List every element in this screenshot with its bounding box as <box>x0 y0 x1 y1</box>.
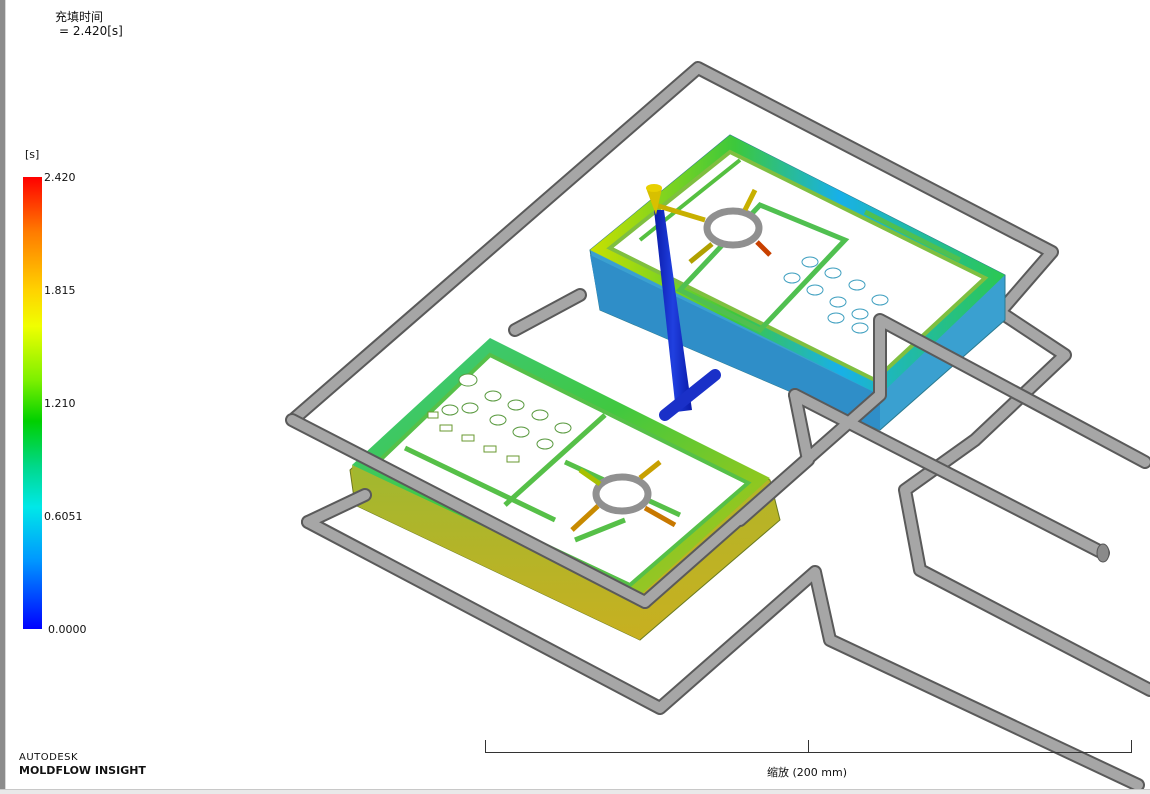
product-name: MOLDFLOW INSIGHT <box>19 764 146 777</box>
scale-label: 缩放 (200 mm) <box>767 766 848 779</box>
legend-tick-1: 1.815 <box>44 284 76 297</box>
cavity-part-upper <box>589 134 1006 431</box>
legend-tick-min: 0.0000 <box>48 623 87 636</box>
result-title: 充填时间 <box>55 10 104 24</box>
legend-tick-2: 1.210 <box>44 397 76 410</box>
autodesk-logo: AUTODESK <box>19 752 79 763</box>
color-legend-bar <box>23 177 42 629</box>
legend-unit: [s] <box>25 148 40 161</box>
result-value: = 2.420[s] <box>59 24 123 38</box>
legend-tick-max: 2.420 <box>44 171 76 184</box>
window-frame-bottom <box>0 789 1150 794</box>
legend-tick-3: 0.6051 <box>44 510 83 523</box>
scale-bar <box>485 740 1132 754</box>
model-viewport[interactable] <box>0 0 1150 790</box>
